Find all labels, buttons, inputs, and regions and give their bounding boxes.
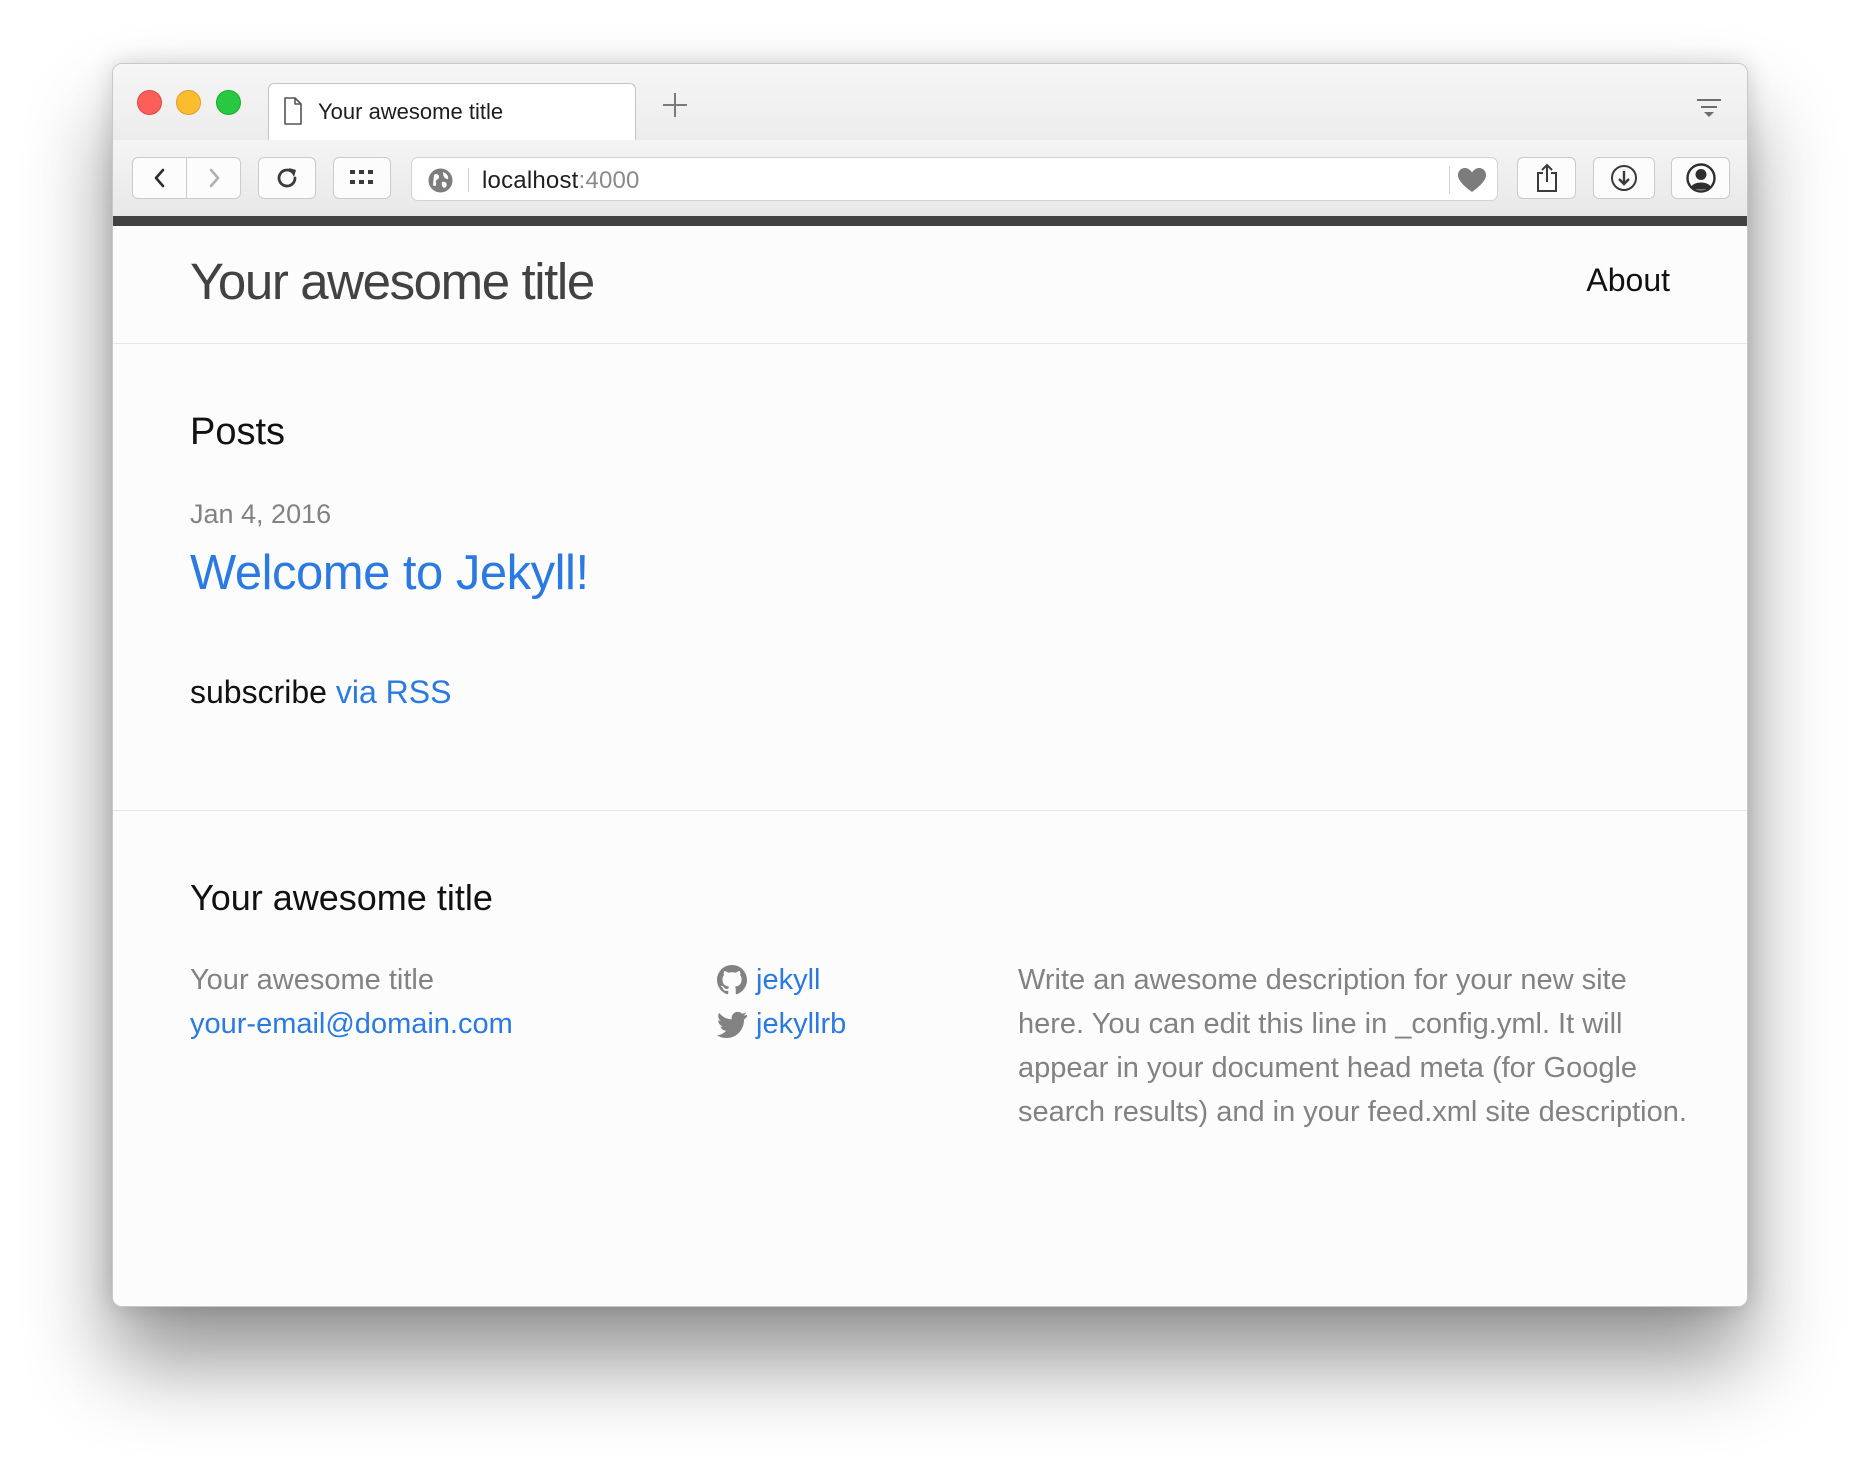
- chevron-left-icon: [154, 168, 164, 188]
- grid-icon: [350, 170, 373, 184]
- account-button[interactable]: [1671, 157, 1730, 199]
- reload-icon: [277, 168, 297, 188]
- github-icon: [717, 965, 747, 995]
- twitter-icon: [717, 1011, 747, 1038]
- favorite-separator: [1449, 166, 1450, 194]
- url-separator: [468, 168, 469, 192]
- url-port: :4000: [578, 167, 640, 194]
- nav-link-about[interactable]: About: [1586, 262, 1670, 299]
- browser-tab[interactable]: Your awesome title: [268, 83, 636, 141]
- forward-button[interactable]: [186, 157, 241, 199]
- close-window-button[interactable]: [137, 90, 162, 115]
- subscribe-text: subscribe: [190, 674, 327, 710]
- zoom-window-button[interactable]: [216, 90, 241, 115]
- footer-email-link[interactable]: your-email@domain.com: [190, 1002, 513, 1046]
- rss-link[interactable]: via RSS: [336, 674, 452, 710]
- share-icon: [1536, 163, 1557, 192]
- twitter-username[interactable]: jekyllrb: [756, 1002, 846, 1046]
- footer-description: Write an awesome description for your ne…: [1018, 964, 1687, 1128]
- site-header: Your awesome title About: [113, 226, 1747, 344]
- chevron-right-icon: [209, 168, 219, 188]
- back-button[interactable]: [132, 157, 187, 199]
- heart-icon[interactable]: [1457, 167, 1487, 194]
- download-icon: [1611, 165, 1637, 191]
- url-host: localhost: [482, 167, 579, 194]
- toolbar: localhost:4000: [113, 140, 1747, 216]
- page-icon: [284, 97, 302, 125]
- footer-social: jekyll jekyllrb: [717, 958, 846, 1046]
- share-button[interactable]: [1517, 157, 1576, 199]
- tab-title: Your awesome title: [318, 99, 504, 124]
- footer-site-name: Your awesome title: [190, 964, 434, 996]
- site-footer: Your awesome title Your awesome title yo…: [113, 810, 1747, 1306]
- site-header-bar: [113, 216, 1747, 226]
- plus-icon[interactable]: [659, 89, 691, 121]
- subscribe-line: subscribe via RSS: [190, 674, 451, 711]
- url-text[interactable]: localhost:4000: [482, 167, 640, 195]
- address-bar[interactable]: localhost:4000: [411, 157, 1498, 201]
- minimize-window-button[interactable]: [176, 90, 201, 115]
- posts-heading: Posts: [190, 411, 286, 453]
- top-sites-button[interactable]: [333, 157, 391, 199]
- github-username[interactable]: jekyll: [756, 958, 820, 1002]
- reload-button[interactable]: [258, 157, 316, 199]
- browser-window: Your awesome title localhost:4000 Your a…: [112, 63, 1748, 1307]
- tabs-menu-icon[interactable]: [1695, 96, 1723, 120]
- footer-contact: Your awesome title your-email@domain.com: [190, 958, 513, 1046]
- github-link-row[interactable]: jekyll: [717, 958, 846, 1002]
- account-icon: [1685, 163, 1716, 193]
- globe-icon[interactable]: [427, 167, 454, 194]
- titlebar: Your awesome title: [113, 64, 1747, 141]
- page-content: Your awesome title About Posts Jan 4, 20…: [113, 226, 1747, 1306]
- downloads-button[interactable]: [1593, 157, 1655, 199]
- site-title-link[interactable]: Your awesome title: [190, 252, 595, 311]
- post-title-link[interactable]: Welcome to Jekyll!: [190, 545, 589, 601]
- twitter-link-row[interactable]: jekyllrb: [717, 1002, 846, 1046]
- post-date: Jan 4, 2016: [190, 499, 332, 529]
- footer-heading: Your awesome title: [190, 877, 493, 918]
